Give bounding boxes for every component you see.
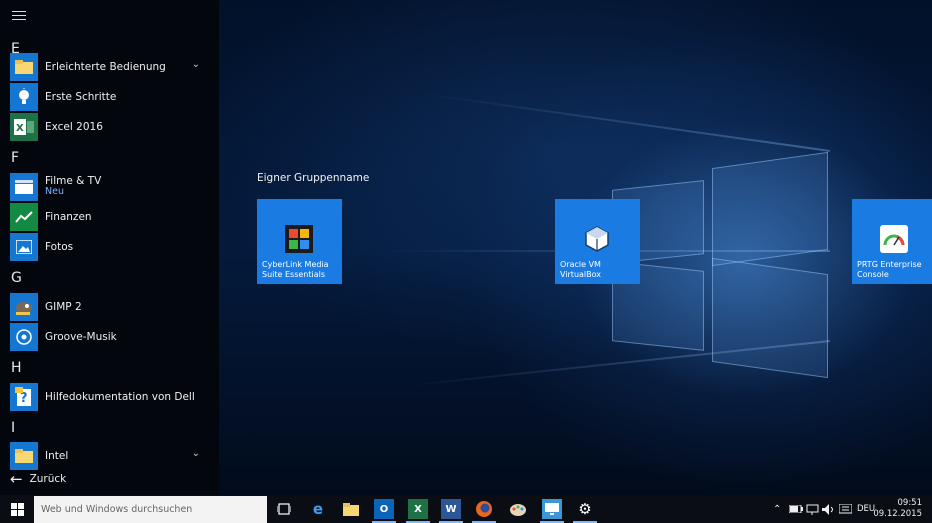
app-label: Erste Schritte: [45, 91, 117, 103]
back-button[interactable]: ← Zurück: [10, 470, 66, 488]
clock[interactable]: 09:51 09.12.2015: [873, 498, 922, 520]
remote-desktop-icon[interactable]: [542, 499, 562, 519]
search-input[interactable]: Web und Windows durchsuchen: [34, 496, 267, 523]
tile-label: Oracle VM VirtualBox: [560, 260, 602, 279]
battery-icon[interactable]: [789, 495, 803, 523]
virtualbox-icon: [583, 225, 611, 253]
explorer-icon[interactable]: [341, 499, 361, 519]
app-label: Intel: [45, 450, 69, 462]
section-letter[interactable]: G: [11, 270, 22, 286]
app-item-intel[interactable]: Intel ⌄: [10, 442, 210, 470]
folder-icon: [10, 442, 38, 470]
film-icon: [10, 173, 38, 201]
windows-logo-icon: [10, 502, 24, 516]
tile-oracle-vm-virtualbox[interactable]: Oracle VM VirtualBox: [555, 199, 640, 284]
cyberlink-icon: [285, 225, 313, 253]
help-doc-icon: ?: [10, 383, 38, 411]
task-view-icon[interactable]: [274, 499, 294, 519]
app-item-excel-2016[interactable]: X Excel 2016: [10, 113, 210, 141]
svg-text:?: ?: [20, 391, 28, 406]
firefox-icon[interactable]: [474, 499, 494, 519]
outlook-icon[interactable]: O: [374, 499, 394, 519]
svg-text:X: X: [16, 123, 24, 134]
tile-cyberlink-media-suite[interactable]: CyberLink Media Suite Essentials: [257, 199, 342, 284]
back-label: Zurück: [29, 473, 67, 485]
network-icon[interactable]: [806, 495, 819, 523]
tile-prtg-enterprise-console[interactable]: PRTG Enterprise Console: [852, 199, 932, 284]
app-label: Hilfedokumentation von Dell: [45, 391, 195, 403]
app-label: Groove-Musik: [45, 331, 117, 343]
clock-time: 09:51: [897, 498, 923, 508]
app-item-filme-tv[interactable]: Filme & TV Neu: [10, 173, 210, 201]
app-label: Erleichterte Bedienung: [45, 61, 166, 73]
new-badge: Neu: [45, 186, 64, 197]
light-beam: [423, 92, 831, 152]
settings-icon[interactable]: ⚙: [575, 499, 595, 519]
tile-label: PRTG Enterprise Console: [857, 260, 922, 279]
app-label: Fotos: [45, 241, 74, 253]
app-item-groove-musik[interactable]: Groove-Musik: [10, 323, 210, 351]
chevron-down-icon[interactable]: ⌄: [192, 59, 200, 70]
excel-icon: X: [10, 113, 38, 141]
hamburger-menu-icon[interactable]: [12, 11, 26, 22]
edge-icon[interactable]: e: [308, 499, 328, 519]
taskbar: Web und Windows durchsuchen e O X W ⚙ ⌃ …: [0, 495, 932, 523]
app-item-hilfedokumentation-von-dell[interactable]: ? Hilfedokumentation von Dell: [10, 383, 210, 411]
gimp-icon: [10, 293, 38, 321]
start-button[interactable]: [0, 495, 34, 523]
app-item-erste-schritte[interactable]: Erste Schritte: [10, 83, 210, 111]
app-label: Filme & TV: [45, 174, 102, 187]
logo-pane: [712, 257, 828, 379]
tile-label: CyberLink Media Suite Essentials: [262, 260, 329, 279]
app-item-fotos[interactable]: Fotos: [10, 233, 210, 261]
music-disc-icon: [10, 323, 38, 351]
logo-pane: [712, 151, 828, 267]
start-menu-app-list: E Erleichterte Bedienung ⌄ Erste Schritt…: [0, 0, 219, 495]
app-item-finanzen[interactable]: Finanzen: [10, 203, 210, 231]
show-hidden-icons-icon[interactable]: ⌃: [773, 495, 781, 523]
section-letter[interactable]: H: [11, 360, 22, 376]
tile-group-name[interactable]: Eigner Gruppenname: [257, 172, 369, 184]
folder-icon: [10, 53, 38, 81]
clock-date: 09.12.2015: [873, 509, 922, 519]
app-label: Excel 2016: [45, 121, 103, 133]
lightbulb-icon: [10, 83, 38, 111]
app-item-gimp-2[interactable]: GIMP 2: [10, 293, 210, 321]
chevron-down-icon[interactable]: ⌄: [192, 448, 200, 459]
section-letter[interactable]: I: [11, 420, 15, 436]
photo-icon: [10, 233, 38, 261]
word-icon[interactable]: W: [441, 499, 461, 519]
excel-icon[interactable]: X: [408, 499, 428, 519]
section-letter[interactable]: F: [11, 150, 19, 166]
app-label: Finanzen: [45, 211, 92, 223]
app-item-erleichterte-bedienung[interactable]: Erleichterte Bedienung ⌄: [10, 53, 210, 81]
volume-icon[interactable]: [822, 495, 835, 523]
back-arrow-icon: ←: [10, 470, 23, 488]
app-label: GIMP 2: [45, 301, 82, 313]
prtg-gauge-icon: [880, 225, 908, 253]
chart-icon: [10, 203, 38, 231]
paint-icon[interactable]: [508, 499, 528, 519]
action-center-icon[interactable]: [839, 495, 852, 523]
